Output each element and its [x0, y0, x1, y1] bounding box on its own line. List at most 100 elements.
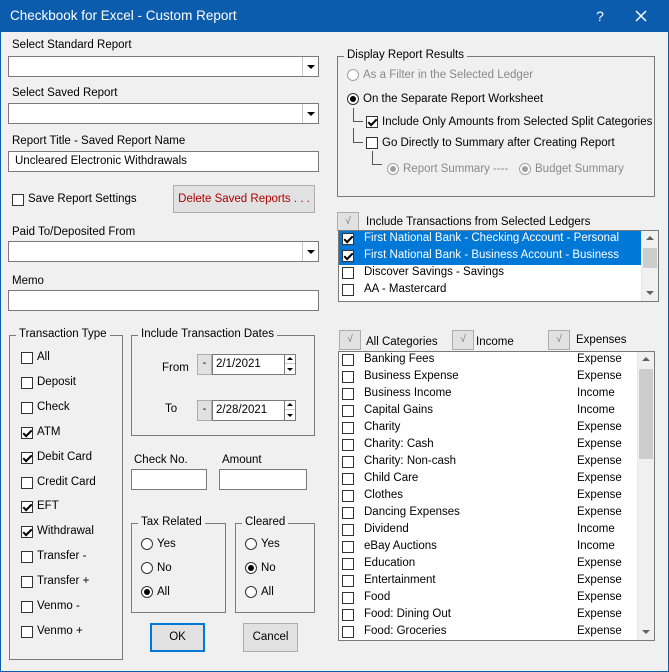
- category-checkbox[interactable]: [342, 524, 354, 536]
- category-checkbox[interactable]: [342, 371, 354, 383]
- ok-button[interactable]: OK: [150, 623, 205, 652]
- transaction-type-checkbox[interactable]: [21, 352, 33, 364]
- from-date-spinner[interactable]: [284, 354, 296, 375]
- categories-list[interactable]: Banking Fees Expense Business Expense Expen…: [338, 351, 655, 641]
- ledgers-select-all-button[interactable]: √: [337, 212, 359, 231]
- to-date-input[interactable]: 2/28/2021: [212, 400, 285, 421]
- ledger-row[interactable]: Discover Savings - Savings: [339, 265, 642, 282]
- scroll-up-icon[interactable]: [638, 352, 654, 368]
- to-date-picker-button[interactable]: -: [197, 400, 212, 421]
- category-checkbox[interactable]: [342, 354, 354, 366]
- ledger-checkbox[interactable]: [342, 267, 354, 279]
- filter-radio[interactable]: [347, 69, 359, 81]
- scroll-down-icon[interactable]: [638, 624, 654, 640]
- to-date-spinner[interactable]: [284, 400, 296, 421]
- transaction-type-checkbox[interactable]: [21, 526, 33, 539]
- category-row[interactable]: Food Expense: [339, 590, 637, 607]
- category-row[interactable]: Charity: Cash Expense: [339, 437, 637, 454]
- category-row[interactable]: Banking Fees Expense: [339, 352, 637, 369]
- transaction-type-checkbox[interactable]: [21, 401, 33, 414]
- standard-report-select[interactable]: [8, 56, 319, 77]
- category-checkbox[interactable]: [342, 473, 354, 485]
- report-summary-radio[interactable]: [387, 163, 399, 175]
- category-row[interactable]: Business Income Income: [339, 386, 637, 403]
- ledger-row[interactable]: First National Bank - Checking Account -…: [339, 231, 642, 248]
- category-checkbox[interactable]: [342, 456, 354, 468]
- ledger-row[interactable]: AA - Mastercard: [339, 282, 642, 299]
- category-checkbox[interactable]: [342, 507, 354, 519]
- category-row[interactable]: Entertainment Expense: [339, 573, 637, 590]
- ledgers-list[interactable]: First National Bank - Checking Account -…: [338, 230, 659, 302]
- amount-input[interactable]: [219, 469, 307, 490]
- ledgers-scrollbar[interactable]: [641, 231, 658, 301]
- help-button[interactable]: ?: [590, 6, 610, 26]
- transaction-type-checkbox[interactable]: [21, 376, 33, 389]
- category-checkbox[interactable]: [342, 439, 354, 451]
- category-checkbox[interactable]: [342, 541, 354, 553]
- ledger-checkbox[interactable]: [342, 284, 354, 296]
- cleared-radio[interactable]: [245, 538, 257, 550]
- category-row[interactable]: Capital Gains Income: [339, 403, 637, 420]
- transaction-type-checkbox[interactable]: [21, 601, 33, 613]
- memo-input[interactable]: [8, 290, 319, 311]
- category-row[interactable]: Food: Groceries Expense: [339, 624, 637, 640]
- category-checkbox[interactable]: [342, 388, 354, 400]
- tax-radio[interactable]: [141, 562, 153, 574]
- transaction-type-checkbox[interactable]: [21, 576, 33, 589]
- category-checkbox[interactable]: [342, 575, 354, 587]
- category-checkbox[interactable]: [342, 490, 354, 502]
- transaction-type-checkbox[interactable]: [21, 551, 33, 564]
- cleared-radio[interactable]: [245, 586, 257, 598]
- category-checkbox[interactable]: [342, 609, 354, 621]
- scroll-up-icon[interactable]: [642, 231, 658, 247]
- category-checkbox[interactable]: [342, 592, 354, 604]
- scroll-thumb[interactable]: [639, 369, 653, 459]
- scroll-down-icon[interactable]: [642, 285, 658, 301]
- include-split-checkbox[interactable]: [366, 116, 378, 128]
- category-checkbox[interactable]: [342, 626, 354, 638]
- report-title-input[interactable]: Uncleared Electronic Withdrawals: [8, 151, 319, 172]
- check-no-input[interactable]: [131, 469, 207, 490]
- category-row[interactable]: Dividend Income: [339, 522, 637, 539]
- chevron-down-icon[interactable]: [302, 242, 318, 261]
- category-checkbox[interactable]: [342, 405, 354, 417]
- category-row[interactable]: Child Care Expense: [339, 471, 637, 488]
- ledger-checkbox[interactable]: [342, 250, 354, 262]
- chevron-down-icon[interactable]: [302, 57, 318, 76]
- chevron-down-icon[interactable]: [302, 104, 318, 123]
- category-row[interactable]: Dancing Expenses Expense: [339, 505, 637, 522]
- income-categories-button[interactable]: √: [452, 330, 474, 350]
- category-row[interactable]: Education Expense: [339, 556, 637, 573]
- close-icon[interactable]: [628, 4, 654, 28]
- ledger-row[interactable]: First National Bank - Business Account -…: [339, 248, 642, 265]
- transaction-type-checkbox[interactable]: [21, 426, 33, 439]
- category-row[interactable]: eBay Auctions Income: [339, 539, 637, 556]
- categories-scrollbar[interactable]: [637, 352, 654, 640]
- category-row[interactable]: Charity: Non-cash Expense: [339, 454, 637, 471]
- category-row[interactable]: Food: Dining Out Expense: [339, 607, 637, 624]
- from-date-picker-button[interactable]: -: [197, 354, 212, 375]
- category-checkbox[interactable]: [342, 422, 354, 434]
- paid-to-select[interactable]: [8, 241, 319, 262]
- budget-summary-radio[interactable]: [519, 163, 531, 175]
- cleared-radio[interactable]: [245, 562, 257, 574]
- tax-radio[interactable]: [141, 586, 153, 598]
- all-categories-button[interactable]: √: [339, 330, 361, 350]
- category-checkbox[interactable]: [342, 558, 354, 570]
- save-settings-checkbox[interactable]: [12, 194, 24, 206]
- expense-categories-button[interactable]: √: [548, 330, 570, 350]
- cancel-button[interactable]: Cancel: [243, 623, 298, 652]
- transaction-type-checkbox[interactable]: [21, 476, 33, 489]
- ledger-checkbox[interactable]: [342, 233, 354, 245]
- transaction-type-checkbox[interactable]: [21, 501, 33, 514]
- saved-report-select[interactable]: [8, 103, 319, 124]
- from-date-input[interactable]: 2/1/2021: [212, 354, 285, 375]
- go-summary-checkbox[interactable]: [366, 137, 378, 149]
- transaction-type-checkbox[interactable]: [21, 451, 33, 464]
- category-row[interactable]: Clothes Expense: [339, 488, 637, 505]
- tax-radio[interactable]: [141, 538, 153, 550]
- category-row[interactable]: Business Expense Expense: [339, 369, 637, 386]
- delete-saved-reports-button[interactable]: Delete Saved Reports . . .: [173, 185, 315, 213]
- category-row[interactable]: Charity Expense: [339, 420, 637, 437]
- transaction-type-checkbox[interactable]: [21, 625, 33, 638]
